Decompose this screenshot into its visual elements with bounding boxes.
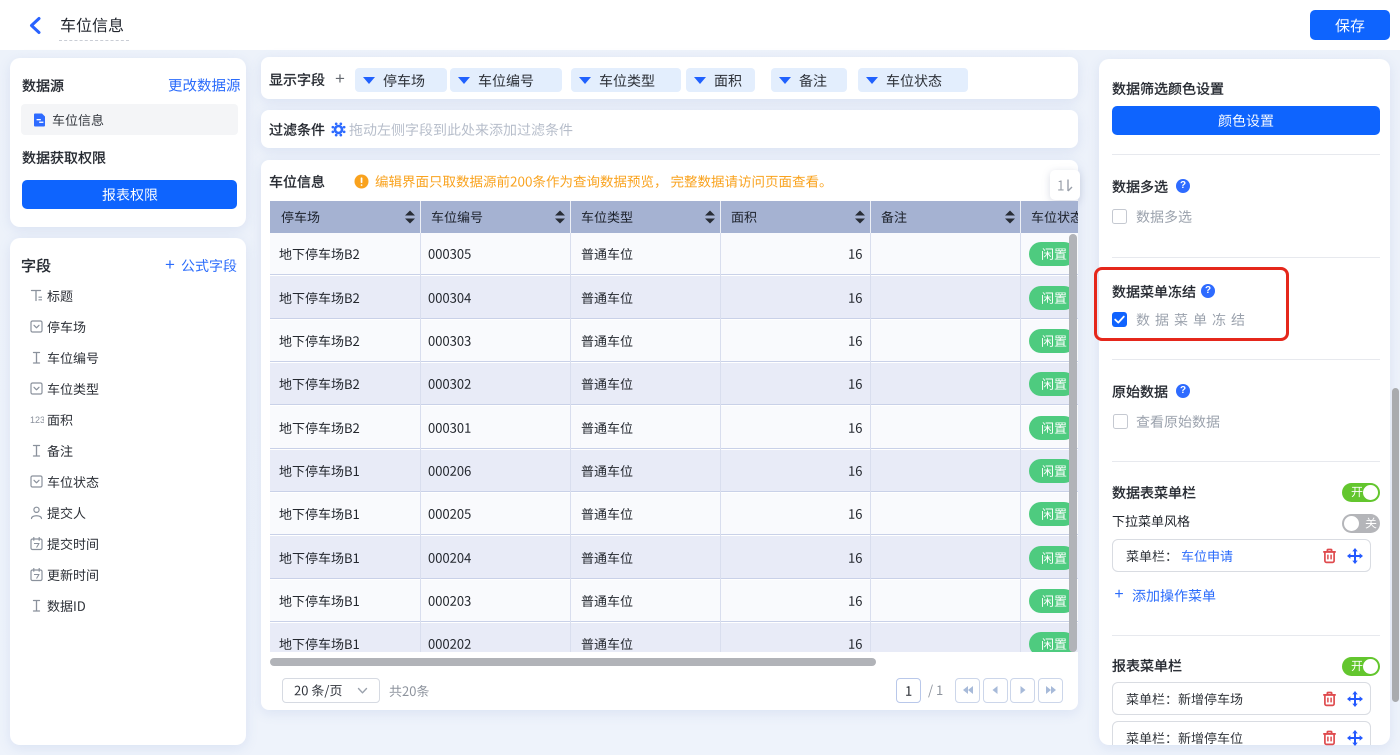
svg-text:123: 123 (30, 415, 44, 425)
